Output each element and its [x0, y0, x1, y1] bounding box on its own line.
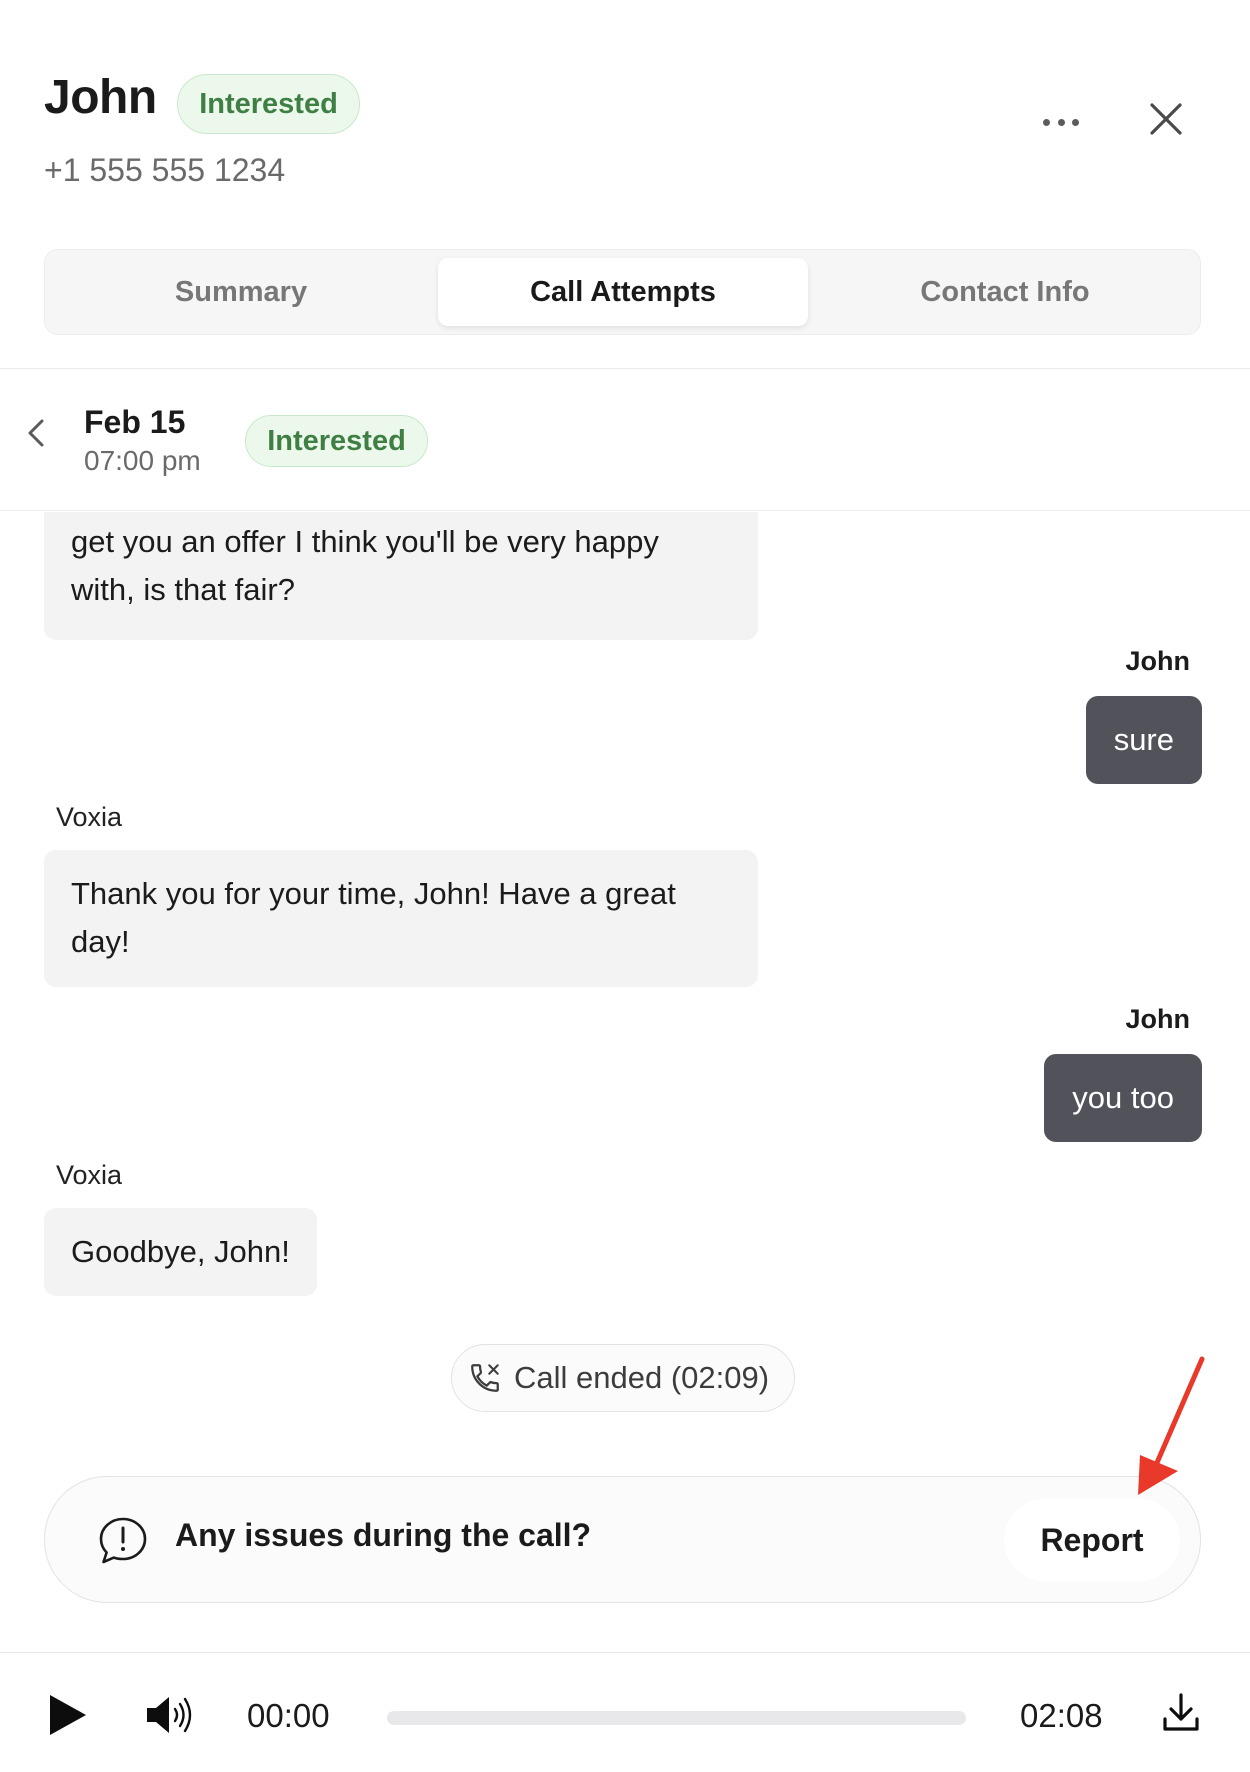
current-time: 00:00 — [247, 1697, 330, 1734]
chevron-left-icon[interactable] — [22, 413, 52, 453]
contact-phone: +1 555 555 1234 — [44, 152, 286, 188]
close-icon[interactable] — [1146, 99, 1186, 139]
alert-message-icon — [99, 1517, 147, 1564]
contact-header: John Interested +1 555 555 1234 Summary … — [0, 0, 1250, 369]
playback-progress-bar[interactable] — [387, 1711, 966, 1725]
issue-report-bar: Any issues during the call? Report — [44, 1476, 1201, 1603]
agent-message: get you an offer I think you'll be very … — [44, 512, 758, 640]
call-status-badge: Interested — [245, 415, 428, 467]
agent-message: Thank you for your time, John! Have a gr… — [44, 850, 758, 987]
agent-message: Goodbye, John! — [44, 1208, 317, 1296]
annotation-arrow-icon — [1138, 1356, 1205, 1495]
call-ended-indicator: Call ended (02:09) — [451, 1344, 795, 1412]
more-options-button[interactable] — [1034, 100, 1088, 144]
report-button[interactable]: Report — [1004, 1499, 1180, 1581]
download-icon[interactable] — [1161, 1691, 1201, 1735]
call-attempt-header: Feb 15 07:00 pm Interested — [0, 369, 1250, 511]
agent-speaker-label: Voxia — [56, 1160, 123, 1190]
total-time: 02:08 — [1020, 1697, 1103, 1734]
user-speaker-label: John — [1125, 1004, 1191, 1034]
user-speaker-label: John — [1125, 646, 1191, 676]
user-message: you too — [1044, 1054, 1202, 1142]
detail-tabs: Summary Call Attempts Contact Info — [44, 249, 1201, 335]
contact-status-badge: Interested — [177, 74, 360, 134]
tab-contact-info[interactable]: Contact Info — [817, 258, 1193, 326]
more-horizontal-icon — [1043, 118, 1050, 126]
issue-prompt: Any issues during the call? — [175, 1517, 592, 1553]
phone-ended-icon — [471, 1364, 499, 1392]
tab-call-attempts[interactable]: Call Attempts — [438, 258, 808, 326]
call-date: Feb 15 — [84, 404, 186, 440]
agent-speaker-label: Voxia — [56, 802, 123, 832]
call-time: 07:00 pm — [84, 445, 201, 476]
audio-player: 00:00 02:08 — [0, 1652, 1250, 1772]
user-message: sure — [1085, 696, 1202, 784]
tab-summary[interactable]: Summary — [53, 258, 429, 326]
call-ended-label: Call ended (02:09) — [514, 1360, 770, 1395]
contact-name: John — [44, 71, 157, 124]
play-icon[interactable] — [48, 1693, 88, 1737]
volume-icon[interactable] — [145, 1693, 195, 1737]
